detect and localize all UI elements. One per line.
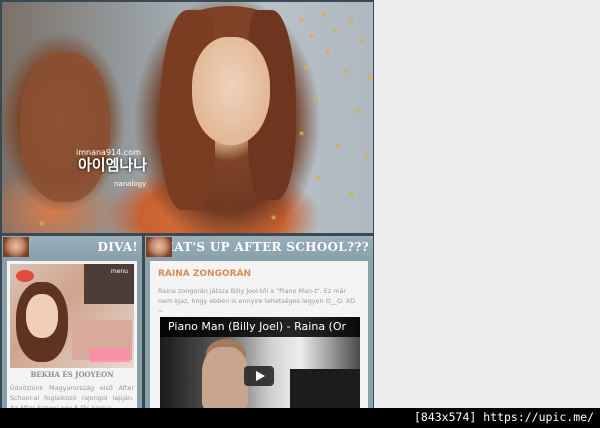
sidebar-panel: menu BEKHA ÉS JOOYEON Üdvözlünk Magyaror… [7,261,137,412]
star-icon: ★ [38,219,46,228]
post-body: Raina zongorán játsza Billy Joel-től a "… [158,287,356,315]
photo-face [26,294,58,338]
video-figure [202,347,248,409]
star-icon: ★ [312,95,320,104]
section-thumbnail [3,237,29,257]
tv-logo-icon [16,270,34,282]
video-piano [290,369,360,409]
star-icon: ★ [342,67,350,76]
video-player[interactable]: Piano Man (Billy Joel) - Raina (Or [160,317,360,409]
featured-photo[interactable]: menu [10,264,134,368]
image-host-label[interactable]: [843x574] https://upic.me/ [414,410,594,424]
section-header-diva: DIVA! [2,236,142,258]
star-icon: ★ [348,17,356,26]
star-icon: ★ [334,141,342,150]
star-icon: ★ [348,189,356,198]
star-icon: ★ [298,129,306,138]
star-icon: ★ [362,151,370,160]
star-icon: ★ [366,73,373,82]
star-icon: ★ [324,47,332,56]
image-host-footer: [843x574] https://upic.me/ [0,408,600,428]
photo-detail [90,348,130,362]
sidebar-column: menu BEKHA ÉS JOOYEON Üdvözlünk Magyaror… [2,258,142,412]
header-banner: imnana914.com 아이엠나나 nanalogy ★ ★ ★ ★ ★ ★… [2,2,373,233]
photo-brand: menu [110,268,128,275]
banner-watermark-sub: nanalogy [114,180,147,188]
star-icon: ★ [302,63,310,72]
section-header-whats-up: WHAT'S UP AFTER SCHOOL??? [145,236,373,258]
play-button-icon[interactable] [244,366,274,386]
star-icon: ★ [358,37,366,46]
banner-portrait [192,37,270,145]
star-icon: ★ [354,107,362,116]
main-column: RAINA ZONGORÁN Raina zongorán játsza Bil… [145,258,373,409]
section-heading: WHAT'S UP AFTER SCHOOL??? [148,240,369,254]
video-title[interactable]: Piano Man (Billy Joel) - Raina (Or [160,317,360,337]
post-panel: RAINA ZONGORÁN Raina zongorán játsza Bil… [150,261,368,409]
star-icon: ★ [332,27,340,36]
section-thumbnail [146,237,172,257]
star-icon: ★ [308,31,316,40]
star-icon: ★ [320,9,328,18]
section-heading: DIVA! [97,240,138,254]
star-icon: ★ [270,213,278,222]
photo-caption: BEKHA ÉS JOOYEON [30,370,114,379]
post-title[interactable]: RAINA ZONGORÁN [158,269,251,279]
star-icon: ★ [314,173,322,182]
star-icon: ★ [298,15,306,24]
